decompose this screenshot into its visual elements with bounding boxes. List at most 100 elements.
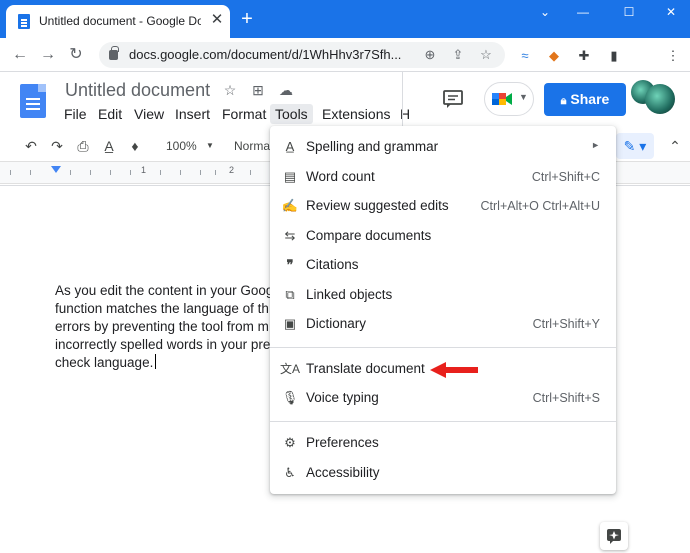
word-count-icon: ▤ xyxy=(283,169,297,184)
text-line: check language. xyxy=(55,355,154,370)
ruler-number: 1 xyxy=(141,165,147,175)
browser-menu-icon[interactable]: ⋮ xyxy=(664,47,682,65)
reload-icon[interactable]: ↻ xyxy=(66,45,86,65)
comment-history-icon[interactable] xyxy=(441,89,465,109)
menu-item-label: Word count xyxy=(306,169,375,184)
share-label: Share xyxy=(570,91,610,107)
menu-item-accessibility[interactable]: ♿︎ Accessibility xyxy=(270,459,616,487)
move-folder-icon[interactable]: ⊞ xyxy=(249,81,267,99)
extensions-puzzle-icon[interactable]: ✚ xyxy=(575,47,593,65)
meet-button[interactable]: ▼ xyxy=(484,82,534,116)
menu-item-label: Review suggested edits xyxy=(306,198,449,213)
menu-item-label: Spelling and grammar xyxy=(306,139,439,154)
undo-icon[interactable]: ↶ xyxy=(22,137,40,155)
menu-item-voice-typing[interactable]: 🎙︎ Voice typing Ctrl+Shift+S xyxy=(270,384,616,412)
menu-item-compare-documents[interactable]: ⇆ Compare documents xyxy=(270,222,616,250)
paint-format-icon[interactable]: ♦ xyxy=(126,137,144,155)
bookmark-star-icon[interactable]: ☆ xyxy=(477,46,495,64)
accessibility-icon: ♿︎ xyxy=(284,465,296,480)
collapse-menus-icon[interactable]: ⌃ xyxy=(666,137,684,155)
account-avatar[interactable] xyxy=(645,84,675,114)
menu-item-label: Citations xyxy=(306,257,359,272)
minimize-icon[interactable]: — xyxy=(568,2,598,22)
side-panel-icon[interactable]: ▮ xyxy=(605,47,623,65)
zoom-select[interactable]: 100% xyxy=(166,137,206,155)
lock-icon xyxy=(109,46,119,60)
text-line: incorrectly spelled words in your pre xyxy=(55,337,271,352)
menu-view[interactable]: View xyxy=(129,104,169,124)
tab-close-icon[interactable]: ✕ xyxy=(208,11,226,29)
review-edits-icon: ✍ xyxy=(281,198,299,213)
menu-item-linked-objects[interactable]: ⧉ Linked objects xyxy=(270,281,616,309)
menu-divider xyxy=(270,347,616,348)
docs-favicon-icon xyxy=(18,14,30,29)
preferences-icon: ⚙ xyxy=(284,435,296,450)
browser-tab[interactable]: Untitled document - Google Docs ✕ xyxy=(6,5,230,38)
menu-item-citations[interactable]: ❞ Citations xyxy=(270,251,616,279)
microphone-icon: 🎙︎ xyxy=(281,390,299,405)
extension-rss-icon[interactable]: ≈ xyxy=(516,47,534,65)
spellcheck-icon[interactable]: A̲ xyxy=(100,137,118,155)
text-line: function matches the language of th xyxy=(55,301,269,316)
menu-item-shortcut: Ctrl+Shift+C xyxy=(531,170,600,184)
menu-divider xyxy=(270,421,616,422)
text-line: As you edit the content in your Goog xyxy=(55,283,274,298)
share-button[interactable]: 🔒︎ Share xyxy=(544,83,626,116)
menu-item-label: Linked objects xyxy=(306,287,393,302)
tab-search-chevron-icon[interactable]: ⌄ xyxy=(530,2,560,22)
menu-item-label: Translate document xyxy=(306,361,425,376)
menu-format[interactable]: Format xyxy=(217,104,271,124)
docs-logo-icon[interactable] xyxy=(20,84,46,118)
menu-extensions[interactable]: Extensions xyxy=(317,104,395,124)
menu-insert[interactable]: Insert xyxy=(170,104,215,124)
menu-item-label: Accessibility xyxy=(306,465,380,480)
forward-icon[interactable]: → xyxy=(38,45,58,65)
cloud-saved-icon[interactable]: ☁ xyxy=(277,81,295,99)
metamask-fox-icon[interactable]: ◆ xyxy=(545,47,563,65)
ruler-number: 2 xyxy=(229,165,235,175)
redo-icon[interactable]: ↷ xyxy=(48,137,66,155)
menu-item-label: Compare documents xyxy=(306,228,432,243)
browser-tab-bar: Untitled document - Google Docs ✕ + ⌄ — … xyxy=(0,0,690,38)
quote-icon: ❞ xyxy=(286,257,294,272)
url-text[interactable]: docs.google.com/document/d/1WhHhv3r7Sfh.… xyxy=(129,47,429,62)
menu-item-preferences[interactable]: ⚙ Preferences xyxy=(270,429,616,457)
omnibox[interactable]: docs.google.com/document/d/1WhHhv3r7Sfh.… xyxy=(99,42,505,68)
menu-edit[interactable]: Edit xyxy=(93,104,127,124)
explore-button[interactable] xyxy=(600,522,628,550)
menu-item-shortcut: Ctrl+Alt+O Ctrl+Alt+U xyxy=(480,199,600,213)
menu-help[interactable]: H xyxy=(395,104,415,124)
text-cursor xyxy=(155,354,157,369)
maximize-icon[interactable]: ☐ xyxy=(614,2,644,22)
menu-file[interactable]: File xyxy=(59,104,92,124)
menu-item-word-count[interactable]: ▤ Word count Ctrl+Shift+C xyxy=(270,163,616,191)
back-icon[interactable]: ← xyxy=(10,45,30,65)
star-icon[interactable]: ☆ xyxy=(221,81,239,99)
menu-item-label: Dictionary xyxy=(306,316,367,331)
print-icon[interactable]: ⎙ xyxy=(74,137,92,155)
meet-dropdown-icon: ▼ xyxy=(519,92,528,102)
document-title[interactable]: Untitled document xyxy=(65,80,210,101)
share-page-icon[interactable]: ⇪ xyxy=(449,46,467,64)
menu-item-shortcut: Ctrl+Shift+Y xyxy=(532,317,600,331)
menu-item-spelling-grammar[interactable]: A̲ Spelling and grammar ► xyxy=(270,133,616,161)
lock-icon: 🔒︎ xyxy=(560,95,567,107)
red-arrow-annotation xyxy=(430,362,478,378)
text-line: errors by preventing the tool from m xyxy=(55,319,269,334)
menu-tools[interactable]: Tools xyxy=(270,104,313,124)
menu-item-review-edits[interactable]: ✍ Review suggested edits Ctrl+Alt+O Ctrl… xyxy=(270,192,616,220)
new-tab-button[interactable]: + xyxy=(236,8,258,30)
header-divider xyxy=(402,72,403,128)
indent-marker[interactable] xyxy=(51,166,61,173)
address-bar-row: ← → ↻ docs.google.com/document/d/1WhHhv3… xyxy=(0,38,690,104)
window-close-icon[interactable]: ✕ xyxy=(656,2,686,22)
linked-objects-icon: ⧉ xyxy=(285,287,295,302)
menu-item-dictionary[interactable]: ▣ Dictionary Ctrl+Shift+Y xyxy=(270,310,616,338)
compare-icon: ⇆ xyxy=(284,228,296,243)
tab-title: Untitled document - Google Docs xyxy=(39,14,201,28)
document-body[interactable]: As you edit the content in your Goog fun… xyxy=(55,282,290,372)
editing-mode-button[interactable]: ✎ ▾ xyxy=(616,133,654,159)
zoom-icon[interactable]: ⊕ xyxy=(421,46,439,64)
style-select[interactable]: Normal xyxy=(234,137,270,155)
translate-icon: 文A xyxy=(280,362,301,376)
